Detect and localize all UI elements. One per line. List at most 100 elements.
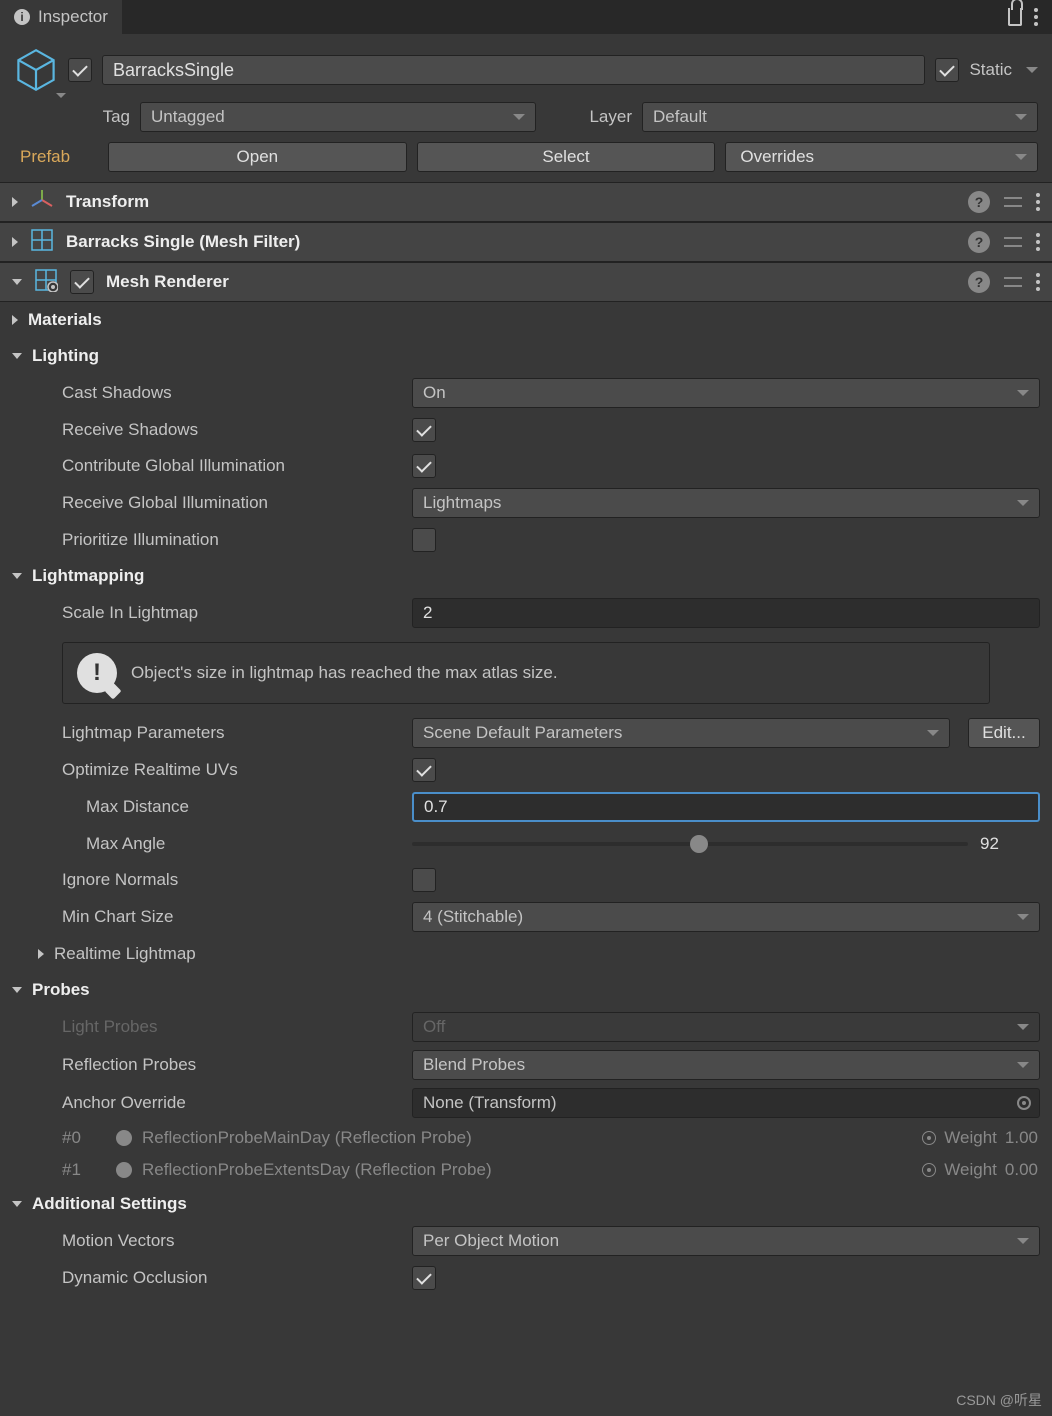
reflection-probes-dropdown[interactable]: Blend Probes — [412, 1050, 1040, 1080]
open-button[interactable]: Open — [108, 142, 407, 172]
preset-icon[interactable] — [1004, 273, 1022, 291]
additional-title: Additional Settings — [32, 1194, 187, 1214]
warning-text: Object's size in lightmap has reached th… — [131, 663, 558, 683]
light-probes-row: Light Probes Off — [0, 1008, 1052, 1046]
parameters-dropdown[interactable]: Scene Default Parameters — [412, 718, 950, 748]
anchor-override-row: Anchor Override None (Transform) — [0, 1084, 1052, 1122]
preset-icon[interactable] — [1004, 193, 1022, 211]
anchor-override-field[interactable]: None (Transform) — [412, 1088, 1040, 1118]
receive-gi-dropdown[interactable]: Lightmaps — [412, 488, 1040, 518]
motion-vectors-label: Motion Vectors — [62, 1231, 402, 1251]
max-angle-value[interactable]: 92 — [980, 834, 1040, 854]
lightmap-warning: ! Object's size in lightmap has reached … — [62, 642, 990, 704]
max-distance-row: Max Distance — [0, 788, 1052, 826]
foldout-icon[interactable] — [12, 1201, 22, 1207]
foldout-icon[interactable] — [12, 573, 22, 579]
watermark: CSDN @听星 — [956, 1390, 1042, 1410]
meshfilter-component-header[interactable]: Barracks Single (Mesh Filter) ? — [0, 222, 1052, 262]
foldout-icon[interactable] — [12, 315, 18, 325]
contribute-gi-label: Contribute Global Illumination — [62, 456, 402, 476]
optimize-uvs-checkbox[interactable] — [412, 758, 436, 782]
optimize-uvs-row: Optimize Realtime UVs — [0, 752, 1052, 788]
context-menu-icon[interactable] — [1036, 193, 1040, 211]
target-icon — [922, 1131, 936, 1145]
meshfilter-icon — [30, 228, 54, 257]
cast-shadows-dropdown[interactable]: On — [412, 378, 1040, 408]
lightmapping-title: Lightmapping — [32, 566, 144, 586]
tag-label: Tag — [90, 107, 130, 127]
prioritize-checkbox[interactable] — [412, 528, 436, 552]
info-icon: i — [14, 9, 30, 25]
name-input[interactable] — [102, 55, 925, 85]
receive-shadows-row: Receive Shadows — [0, 412, 1052, 448]
context-menu-icon[interactable] — [1034, 8, 1038, 26]
ignore-normals-label: Ignore Normals — [62, 870, 402, 890]
lighting-section[interactable]: Lighting — [0, 338, 1052, 374]
max-angle-slider[interactable] — [412, 842, 968, 846]
lightmapping-section[interactable]: Lightmapping — [0, 558, 1052, 594]
gameobject-icon[interactable] — [14, 48, 58, 92]
min-chart-row: Min Chart Size 4 (Stitchable) — [0, 898, 1052, 936]
realtime-lightmap-section[interactable]: Realtime Lightmap — [0, 936, 1052, 972]
overrides-button[interactable]: Overrides — [725, 142, 1038, 172]
inspector-tab[interactable]: i Inspector — [0, 0, 122, 34]
max-distance-label: Max Distance — [86, 797, 402, 817]
meshrenderer-component-header[interactable]: Mesh Renderer ? — [0, 262, 1052, 302]
receive-gi-label: Receive Global Illumination — [62, 493, 402, 513]
context-menu-icon[interactable] — [1036, 233, 1040, 251]
motion-vectors-row: Motion Vectors Per Object Motion — [0, 1222, 1052, 1260]
object-picker-icon[interactable] — [1017, 1096, 1031, 1110]
lock-icon[interactable] — [1008, 8, 1022, 26]
probe-index: #0 — [62, 1128, 106, 1148]
context-menu-icon[interactable] — [1036, 273, 1040, 291]
foldout-icon[interactable] — [12, 237, 18, 247]
probe-row-0: #0 ReflectionProbeMainDay (Reflection Pr… — [0, 1122, 1052, 1154]
foldout-icon[interactable] — [12, 197, 18, 207]
help-icon[interactable]: ? — [968, 191, 990, 213]
tab-bar: i Inspector — [0, 0, 1052, 34]
min-chart-dropdown[interactable]: 4 (Stitchable) — [412, 902, 1040, 932]
foldout-icon[interactable] — [12, 279, 22, 285]
help-icon[interactable]: ? — [968, 231, 990, 253]
foldout-icon[interactable] — [12, 353, 22, 359]
warning-icon: ! — [77, 653, 117, 693]
scale-label: Scale In Lightmap — [62, 603, 402, 623]
contribute-gi-row: Contribute Global Illumination — [0, 448, 1052, 484]
meshrenderer-icon — [34, 268, 58, 297]
probes-section[interactable]: Probes — [0, 972, 1052, 1008]
motion-vectors-dropdown[interactable]: Per Object Motion — [412, 1226, 1040, 1256]
receive-shadows-checkbox[interactable] — [412, 418, 436, 442]
light-probes-dropdown: Off — [412, 1012, 1040, 1042]
select-button[interactable]: Select — [417, 142, 716, 172]
transform-component-header[interactable]: Transform ? — [0, 182, 1052, 222]
materials-section[interactable]: Materials — [0, 302, 1052, 338]
materials-title: Materials — [28, 310, 102, 330]
foldout-icon[interactable] — [12, 987, 22, 993]
component-enabled-checkbox[interactable] — [70, 270, 94, 294]
additional-section[interactable]: Additional Settings — [0, 1186, 1052, 1222]
dynamic-occlusion-label: Dynamic Occlusion — [62, 1268, 402, 1288]
probe-icon — [116, 1130, 132, 1146]
foldout-icon[interactable] — [38, 949, 44, 959]
ignore-normals-row: Ignore Normals — [0, 862, 1052, 898]
prioritize-row: Prioritize Illumination — [0, 522, 1052, 558]
help-icon[interactable]: ? — [968, 271, 990, 293]
dynamic-occlusion-row: Dynamic Occlusion — [0, 1260, 1052, 1296]
lighting-title: Lighting — [32, 346, 99, 366]
ignore-normals-checkbox[interactable] — [412, 868, 436, 892]
max-angle-row: Max Angle 92 — [0, 826, 1052, 862]
tag-dropdown[interactable]: Untagged — [140, 102, 536, 132]
edit-button[interactable]: Edit... — [968, 718, 1040, 748]
layer-dropdown[interactable]: Default — [642, 102, 1038, 132]
scale-input[interactable] — [412, 598, 1040, 628]
contribute-gi-checkbox[interactable] — [412, 454, 436, 478]
active-checkbox[interactable] — [68, 58, 92, 82]
prefab-label: Prefab — [20, 147, 98, 167]
preset-icon[interactable] — [1004, 233, 1022, 251]
max-distance-input[interactable] — [412, 792, 1040, 822]
dynamic-occlusion-checkbox[interactable] — [412, 1266, 436, 1290]
prefab-row: Prefab Open Select Overrides — [0, 142, 1052, 182]
static-label: Static — [969, 60, 1012, 80]
static-checkbox[interactable] — [935, 58, 959, 82]
static-dropdown-arrow[interactable] — [1026, 67, 1038, 73]
